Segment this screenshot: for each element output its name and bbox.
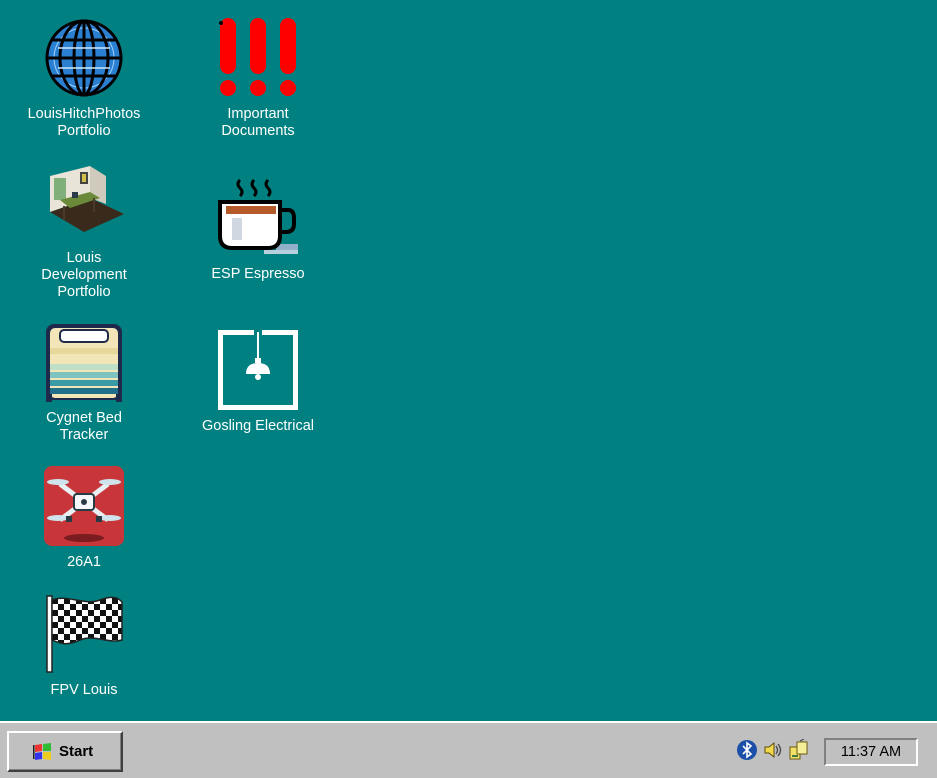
- system-tray: [736, 739, 810, 761]
- desktop-icon-label: LouisHitchPhotos Portfolio: [27, 106, 141, 139]
- taskbar: Start 11:37 AM: [0, 721, 937, 778]
- bluetooth-icon[interactable]: [736, 739, 758, 761]
- desktop-icon-fpv-louis[interactable]: FPV Louis: [14, 594, 154, 699]
- desktop-icon-esp-espresso[interactable]: ESP Espresso: [188, 178, 328, 283]
- coffee-cup-icon: [218, 178, 298, 254]
- exclamation-marks-icon: [219, 18, 296, 96]
- desktop: LouisHitchPhotos Portfolio Louis Develop…: [0, 0, 937, 721]
- desktop-icon-label: 26A1: [67, 554, 101, 570]
- desktop-icon-louis-development-portfolio[interactable]: Louis Development Portfolio: [14, 162, 154, 301]
- lightbulb-icon: [218, 330, 298, 410]
- desktop-icon-26a1[interactable]: 26A1: [14, 466, 154, 571]
- checkered-flag-icon: [46, 595, 123, 673]
- desktop-icon-important-documents[interactable]: Important Documents: [188, 18, 328, 140]
- drone-icon: [44, 466, 124, 546]
- bed-icon: [46, 324, 122, 402]
- desktop-icon-label: Louis Development Portfolio: [41, 250, 127, 300]
- desktop-icon-label: Cygnet Bed Tracker: [46, 410, 122, 443]
- desktop-icon-louishitchphotos-portfolio[interactable]: LouisHitchPhotos Portfolio: [14, 18, 154, 140]
- network-icon[interactable]: [788, 739, 810, 761]
- desktop-icon-gosling-electrical[interactable]: Gosling Electrical: [188, 330, 328, 435]
- start-button[interactable]: Start: [7, 731, 123, 772]
- desktop-icon-label: FPV Louis: [50, 682, 118, 698]
- volume-icon[interactable]: [762, 739, 784, 761]
- windows-logo-icon: [33, 742, 51, 760]
- desktop-icon-cygnet-bed-tracker[interactable]: Cygnet Bed Tracker: [14, 322, 154, 444]
- room-icon: [50, 166, 124, 232]
- start-label: Start: [59, 743, 94, 760]
- clock[interactable]: 11:37 AM: [824, 738, 918, 766]
- desktop-icon-label: ESP Espresso: [211, 266, 305, 282]
- globe-icon: [45, 19, 123, 97]
- desktop-icon-label: Gosling Electrical: [201, 418, 314, 434]
- desktop-icon-label: Important Documents: [221, 106, 295, 139]
